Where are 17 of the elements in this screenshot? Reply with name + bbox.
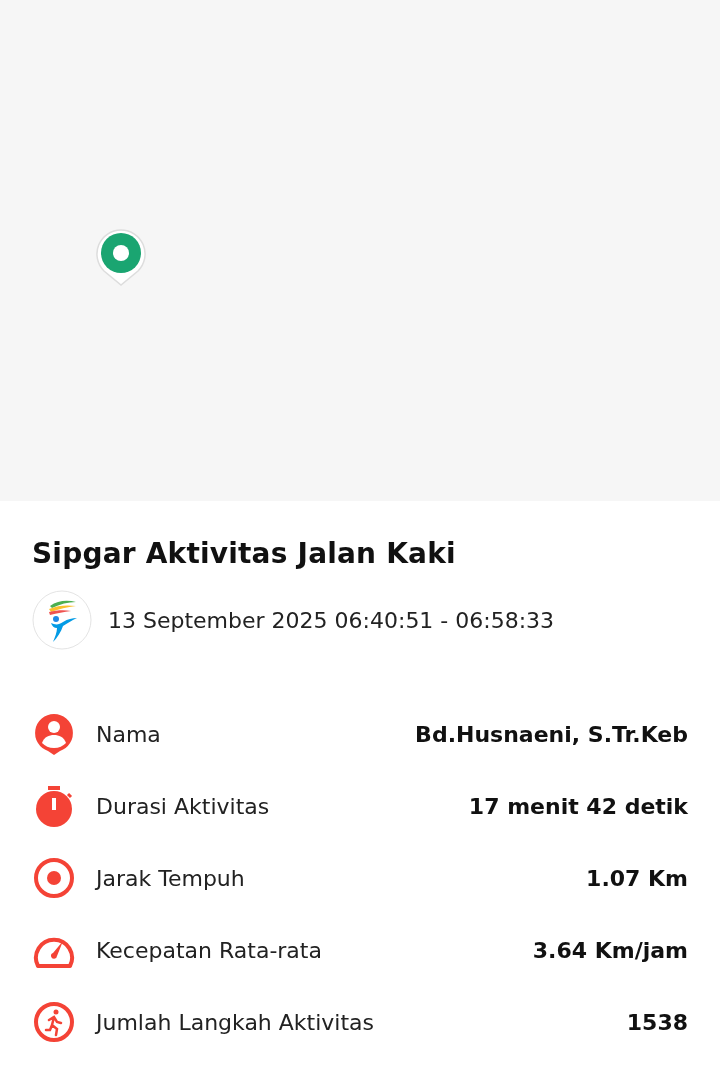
activity-title: Sipgar Aktivitas Jalan Kaki bbox=[32, 537, 457, 570]
stat-label: Nama bbox=[96, 721, 162, 747]
stat-value: Bd.Husnaeni, S.Tr.Keb bbox=[415, 721, 688, 747]
stat-label: Durasi Aktivitas bbox=[96, 793, 271, 819]
stat-label: Kecepatan Rata-rata bbox=[96, 937, 323, 963]
stat-value: 1.07 Km bbox=[586, 865, 688, 891]
stat-label: Jumlah Langkah Aktivitas bbox=[96, 1009, 376, 1035]
stat-label: Jarak Tempuh bbox=[96, 865, 246, 891]
date-range: 13 September 2025 06:40:51 - 06:58:33 bbox=[108, 607, 555, 633]
stat-value: 3.64 Km/jam bbox=[532, 937, 688, 963]
map-pin-icon[interactable] bbox=[95, 228, 147, 288]
stat-value: 17 menit 42 detik bbox=[468, 793, 688, 819]
logo-icon bbox=[32, 590, 92, 650]
target-icon bbox=[32, 856, 76, 900]
stat-value: 1538 bbox=[626, 1009, 688, 1035]
person-icon bbox=[32, 712, 76, 756]
running-icon bbox=[32, 1000, 76, 1044]
